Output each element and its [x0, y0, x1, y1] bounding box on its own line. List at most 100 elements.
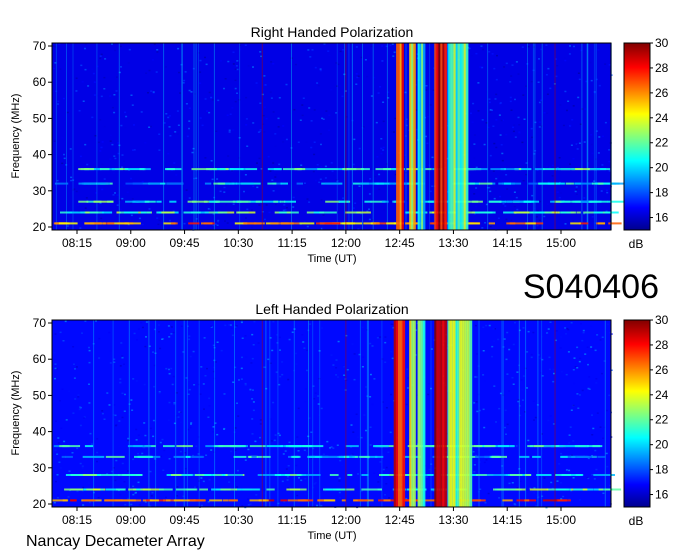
noise-pixel	[256, 186, 259, 189]
noise-pixel	[573, 357, 576, 359]
interference-band	[361, 488, 382, 491]
noise-pixel	[476, 410, 479, 413]
noise-pixel	[475, 166, 478, 169]
noise-pixel	[406, 368, 409, 370]
noise-pixel	[538, 402, 541, 405]
noise-pixel	[526, 351, 529, 353]
interference-band	[148, 182, 160, 185]
noise-pixel	[543, 215, 546, 218]
interference-band	[343, 455, 350, 458]
noise-pixel	[121, 355, 124, 357]
noise-pixel	[211, 99, 214, 101]
noise-pixel	[278, 336, 281, 339]
noise-pixel	[245, 356, 248, 358]
noise-pixel	[144, 345, 147, 348]
noise-pixel	[302, 97, 305, 99]
y-tick-label: 40	[33, 148, 47, 162]
vertical-streak	[66, 43, 67, 230]
noise-pixel	[78, 408, 81, 411]
noise-pixel	[341, 95, 344, 98]
noise-pixel	[517, 73, 520, 75]
left-colorbar-label: dB	[629, 514, 644, 528]
noise-pixel	[263, 75, 266, 77]
noise-pixel	[608, 160, 611, 163]
noise-pixel	[337, 376, 340, 378]
noise-pixel	[300, 164, 303, 166]
interference-band	[489, 200, 502, 203]
noise-pixel	[244, 217, 247, 219]
noise-pixel	[111, 106, 114, 109]
interference-band	[173, 455, 188, 458]
noise-pixel	[226, 114, 229, 116]
noise-pixel	[192, 350, 195, 353]
noise-pixel	[194, 486, 196, 488]
noise-pixel	[274, 434, 277, 436]
noise-pixel	[170, 367, 173, 370]
noise-pixel	[54, 377, 56, 380]
noise-pixel	[534, 416, 537, 419]
noise-pixel	[281, 361, 284, 363]
interference-band	[372, 222, 380, 225]
noise-pixel	[131, 104, 134, 106]
noise-pixel	[114, 157, 117, 160]
x-tick-label: 15:00	[546, 513, 576, 527]
noise-pixel	[556, 191, 559, 193]
noise-pixel	[188, 89, 191, 92]
noise-pixel	[575, 189, 578, 191]
interference-band	[95, 455, 101, 458]
x-tick-label: 09:45	[170, 513, 200, 527]
noise-pixel	[547, 163, 550, 166]
interference-band	[65, 455, 73, 458]
noise-pixel	[590, 134, 593, 136]
noise-pixel	[578, 78, 581, 81]
noise-pixel	[537, 81, 540, 83]
right-colorbar: 16 18 20 22 24 26 28 30	[623, 36, 669, 231]
noise-pixel	[244, 174, 247, 176]
noise-pixel	[184, 467, 187, 470]
noise-pixel	[580, 323, 582, 325]
noise-pixel	[375, 112, 378, 114]
noise-pixel	[103, 125, 106, 128]
noise-pixel	[306, 225, 309, 228]
noise-pixel	[473, 503, 476, 505]
interference-band	[170, 222, 178, 225]
noise-pixel	[282, 209, 285, 212]
interference-band	[64, 488, 83, 491]
noise-pixel	[564, 90, 567, 93]
noise-pixel	[514, 504, 517, 506]
noise-pixel	[370, 45, 373, 48]
noise-pixel	[156, 217, 159, 219]
noise-pixel	[83, 417, 86, 419]
noise-pixel	[567, 351, 570, 353]
noise-pixel	[572, 404, 575, 407]
noise-pixel	[474, 376, 477, 378]
interference-band	[82, 499, 96, 502]
interference-band	[266, 445, 283, 448]
noise-pixel	[565, 333, 567, 335]
noise-pixel	[512, 130, 515, 133]
noise-pixel	[376, 337, 379, 339]
noise-pixel	[601, 336, 604, 338]
interference-band	[554, 488, 572, 491]
noise-pixel	[473, 134, 476, 136]
noise-pixel	[500, 144, 503, 146]
noise-pixel	[608, 64, 611, 66]
noise-pixel	[535, 216, 538, 218]
noise-pixel	[231, 107, 234, 109]
noise-pixel	[385, 483, 388, 485]
noise-pixel	[286, 479, 289, 481]
noise-pixel	[391, 131, 394, 133]
y-tick-label: 50	[33, 388, 47, 402]
noise-pixel	[488, 98, 491, 100]
vertical-streak	[537, 320, 539, 507]
noise-pixel	[168, 458, 171, 460]
noise-pixel	[564, 57, 567, 59]
interference-band	[209, 499, 223, 502]
burst-strip	[423, 320, 426, 507]
noise-pixel	[363, 450, 366, 452]
noise-pixel	[217, 219, 220, 222]
noise-pixel	[130, 399, 133, 401]
burst	[434, 320, 447, 507]
noise-pixel	[522, 94, 525, 96]
noise-pixel	[112, 194, 115, 196]
